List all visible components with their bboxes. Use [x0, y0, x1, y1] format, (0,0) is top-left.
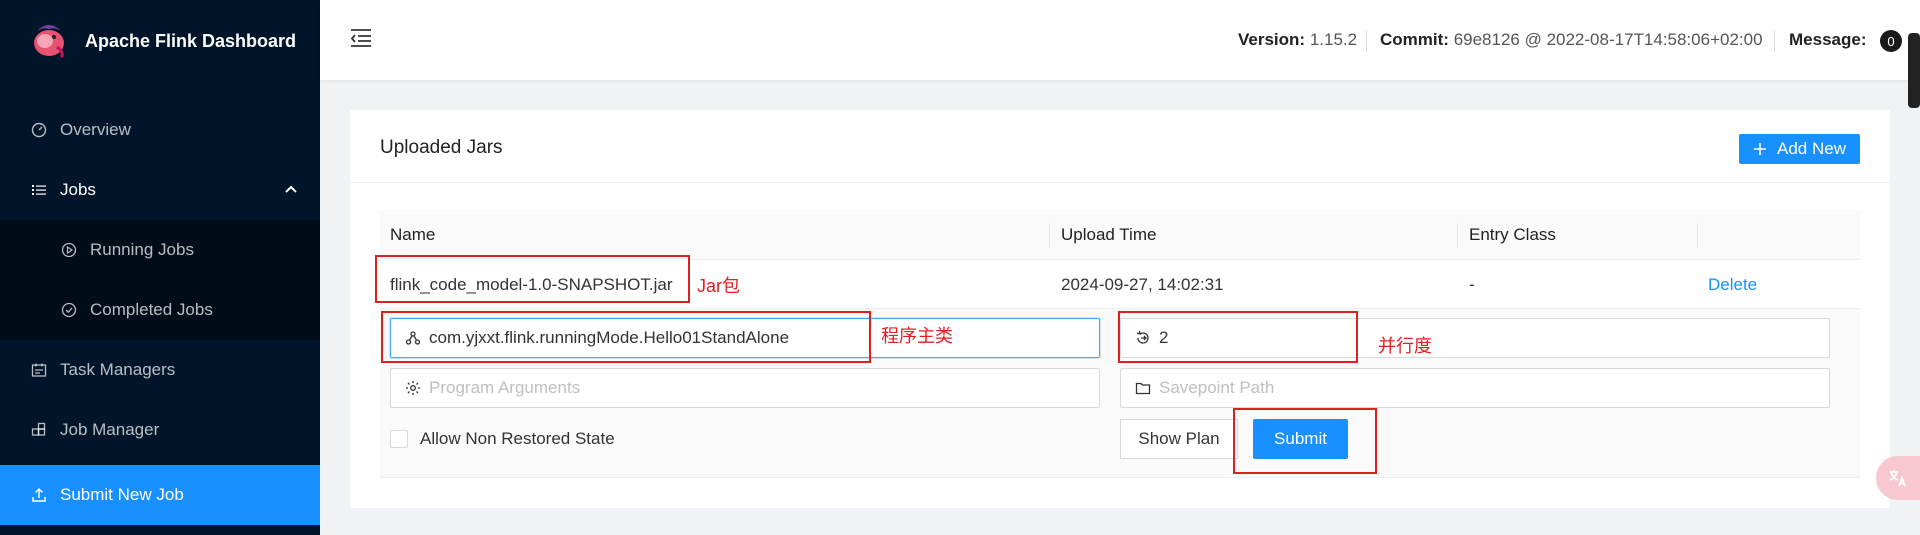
gear-icon	[405, 380, 421, 396]
parallelism-annotation-label: 并行度	[1378, 336, 1432, 356]
sidebar-item-job-manager[interactable]: Job Manager	[0, 400, 320, 460]
column-divider	[1457, 223, 1458, 247]
upload-time-cell: 2024-09-27, 14:02:31	[1061, 275, 1224, 294]
chevron-up-icon	[285, 185, 297, 193]
flink-logo-icon	[34, 25, 64, 59]
message-label: Message:	[1789, 30, 1867, 49]
column-divider	[1697, 223, 1698, 247]
menu-fold-icon[interactable]	[350, 28, 372, 48]
add-new-button[interactable]: Add New	[1739, 134, 1860, 164]
allow-non-restored-checkbox[interactable]	[390, 430, 408, 448]
main-class-annotation-label: 程序主类	[881, 326, 953, 346]
parallelism-annotation-box	[1118, 311, 1358, 363]
schedule-icon	[30, 361, 48, 379]
version-info: Version: 1.15.2	[1238, 30, 1357, 50]
sidebar-item-task-managers[interactable]: Task Managers	[0, 340, 320, 400]
upload-icon	[30, 486, 48, 504]
column-divider	[1049, 223, 1050, 247]
sidebar-item-label: Completed Jobs	[90, 300, 213, 319]
savepoint-path-input[interactable]: Savepoint Path	[1120, 368, 1830, 408]
header-divider	[1774, 30, 1775, 52]
version-label: Version:	[1238, 30, 1306, 49]
sidebar-item-running-jobs[interactable]: Running Jobs	[0, 220, 320, 280]
list-icon	[30, 181, 48, 199]
entry-class-cell: -	[1469, 275, 1475, 294]
message-count-badge[interactable]: 0	[1880, 30, 1902, 52]
sidebar-item-completed-jobs[interactable]: Completed Jobs	[0, 280, 320, 340]
sidebar-item-label: Running Jobs	[90, 240, 194, 259]
sidebar-item-overview[interactable]: Overview	[0, 100, 320, 160]
version-value: 1.15.2	[1309, 30, 1358, 49]
commit-label: Commit:	[1380, 30, 1449, 49]
dashboard-icon	[30, 121, 48, 139]
message-info: Message:	[1789, 30, 1866, 50]
header-divider	[1366, 30, 1367, 52]
sidebar-item-label: Jobs	[60, 180, 96, 199]
jar-annotation-label: Jar包	[697, 276, 741, 296]
delete-link[interactable]: Delete	[1708, 275, 1757, 295]
sidebar-item-jobs[interactable]: Jobs	[0, 160, 320, 220]
card-divider	[350, 182, 1890, 183]
add-new-label: Add New	[1777, 139, 1846, 158]
plus-icon	[1754, 143, 1766, 155]
play-circle-icon	[60, 241, 78, 259]
column-header-entry-class[interactable]: Entry Class	[1469, 225, 1556, 245]
submit-annotation-box	[1233, 408, 1377, 474]
sidebar-item-submit-new-job[interactable]: Submit New Job	[0, 465, 320, 525]
scrollbar-thumb[interactable]	[1908, 33, 1920, 108]
check-circle-icon	[60, 301, 78, 319]
jar-annotation-box	[375, 255, 690, 303]
program-arguments-placeholder: Program Arguments	[429, 378, 581, 397]
column-header-upload-time[interactable]: Upload Time	[1061, 225, 1156, 245]
column-header-name[interactable]: Name	[390, 225, 435, 245]
sidebar-item-label: Job Manager	[60, 420, 160, 439]
savepoint-path-placeholder: Savepoint Path	[1159, 378, 1275, 397]
sidebar-item-label: Overview	[60, 120, 131, 139]
build-icon	[30, 421, 48, 439]
commit-info: Commit: 69e8126 @ 2022-08-17T14:58:06+02…	[1380, 30, 1763, 50]
sidebar-item-label: Task Managers	[60, 360, 176, 379]
folder-icon	[1135, 380, 1151, 396]
card-title: Uploaded Jars	[380, 137, 503, 158]
sidebar-item-label: Submit New Job	[60, 485, 184, 504]
main-class-annotation-box	[381, 311, 871, 363]
translate-icon[interactable]	[1876, 456, 1920, 500]
allow-non-restored-label[interactable]: Allow Non Restored State	[420, 429, 615, 449]
commit-value: 69e8126 @ 2022-08-17T14:58:06+02:00	[1453, 30, 1763, 49]
program-arguments-input[interactable]: Program Arguments	[390, 368, 1100, 408]
app-title[interactable]: Apache Flink Dashboard	[85, 31, 296, 52]
table-header: Name Upload Time Entry Class	[380, 210, 1860, 260]
show-plan-button[interactable]: Show Plan	[1120, 419, 1238, 459]
